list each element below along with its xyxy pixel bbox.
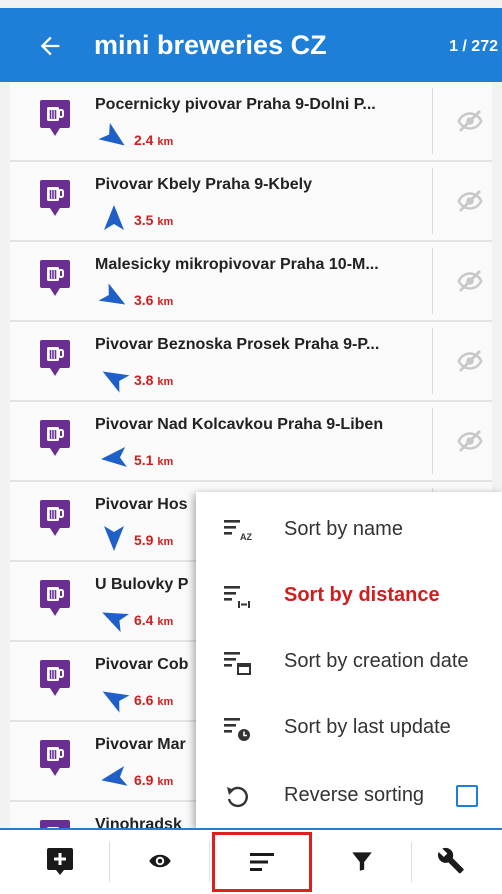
beer-mug-poi-icon	[40, 420, 70, 456]
list-item[interactable]: Pivovar Kbely Praha 9-Kbely 3.5 km	[10, 162, 492, 242]
direction-arrow-icon	[101, 766, 128, 786]
sort-distance-icon	[224, 586, 250, 608]
distance-value: 3.8 km	[134, 372, 174, 388]
distance-value: 6.9 km	[134, 772, 174, 788]
menu-item-label: Reverse sorting	[284, 784, 425, 806]
sort-button[interactable]	[212, 832, 312, 892]
distance-value: 3.5 km	[134, 212, 174, 228]
menu-item-label: Sort by distance	[284, 584, 440, 606]
page-title: mini breweries CZ	[94, 30, 327, 60]
distance-value: 5.1 km	[134, 452, 174, 468]
divider	[432, 248, 433, 314]
beer-mug-poi-icon	[40, 580, 70, 616]
direction-arrow-icon	[104, 205, 124, 230]
list-item[interactable]: Pivovar Beznoska Prosek Praha 9-P... 3.8…	[10, 322, 492, 402]
divider	[432, 408, 433, 474]
tools-icon	[438, 847, 464, 874]
sort-icon	[250, 853, 274, 871]
item-counter: 1 / 272	[449, 38, 498, 55]
sort-az-icon: AZ	[224, 520, 252, 542]
direction-arrow-icon	[102, 691, 130, 713]
distance-value: 6.6 km	[134, 692, 174, 708]
beer-mug-poi-icon	[40, 340, 70, 376]
sort-menu: AZ Sort by name Sort by distance Sort by…	[196, 492, 502, 828]
list-item[interactable]: Pivovar Nad Kolcavkou Praha 9-Liben 5.1 …	[10, 402, 492, 482]
point-name: Pocernicky pivovar Praha 9-Dolni P...	[95, 96, 376, 113]
sort-last-update-icon	[224, 718, 250, 741]
point-name: Pivovar Beznoska Prosek Praha 9-P...	[95, 336, 380, 353]
reverse-sorting-item[interactable]: Reverse sorting	[196, 762, 502, 828]
point-name: Pivovar Kbely Praha 9-Kbely	[95, 176, 312, 193]
divider	[209, 842, 210, 882]
sort-by-last-update-item[interactable]: Sort by last update	[196, 694, 502, 760]
beer-mug-poi-icon	[40, 180, 70, 216]
direction-arrow-icon	[101, 446, 127, 467]
menu-item-label: Sort by last update	[284, 716, 451, 738]
point-name: Pivovar Nad Kolcavkou Praha 9-Liben	[95, 416, 384, 433]
sort-by-name-item[interactable]: AZ Sort by name	[196, 496, 502, 562]
visibility-off-icon[interactable]	[455, 106, 485, 136]
add-point-button[interactable]	[10, 830, 110, 892]
distance-value: 6.4 km	[134, 612, 174, 628]
menu-item-label: Sort by name	[284, 518, 403, 540]
direction-arrow-icon	[98, 283, 126, 305]
back-arrow-icon[interactable]	[36, 32, 64, 60]
direction-arrow-icon	[98, 122, 125, 146]
bottom-toolbar	[0, 828, 502, 894]
beer-mug-poi-icon	[40, 660, 70, 696]
list-item[interactable]: Pocernicky pivovar Praha 9-Dolni P... 2.…	[10, 82, 492, 162]
reverse-refresh-icon	[227, 786, 248, 808]
distance-value: 5.9 km	[134, 532, 174, 548]
visibility-icon	[149, 854, 171, 868]
sort-by-creation-date-item[interactable]: Sort by creation date	[196, 628, 502, 694]
divider	[432, 328, 433, 394]
add-point-icon	[47, 848, 73, 875]
distance-value: 2.4 km	[134, 132, 174, 148]
visibility-off-icon[interactable]	[455, 186, 485, 216]
beer-mug-poi-icon	[40, 260, 70, 296]
visibility-off-icon[interactable]	[455, 266, 485, 296]
visibility-off-icon[interactable]	[455, 346, 485, 376]
filter-icon	[352, 852, 372, 871]
tools-button[interactable]	[402, 830, 502, 892]
sort-creation-date-icon	[224, 652, 251, 675]
distance-value: 3.6 km	[134, 292, 174, 308]
direction-arrow-icon	[102, 371, 130, 393]
beer-mug-poi-icon	[40, 740, 70, 776]
beer-mug-poi-icon	[40, 100, 70, 136]
divider	[432, 168, 433, 234]
divider	[432, 88, 433, 154]
reverse-sorting-checkbox[interactable]	[456, 785, 478, 807]
visibility-off-icon[interactable]	[455, 426, 485, 456]
app-bar: mini breweries CZ 1 / 272	[0, 8, 502, 82]
list-item[interactable]: Malesicky mikropivovar Praha 10-M... 3.6…	[10, 242, 492, 322]
sort-by-distance-item[interactable]: Sort by distance	[196, 562, 502, 628]
point-name: Malesicky mikropivovar Praha 10-M...	[95, 256, 379, 273]
beer-mug-poi-icon	[40, 500, 70, 536]
direction-arrow-icon	[102, 612, 130, 633]
beer-mug-poi-icon	[40, 820, 70, 828]
svg-text:AZ: AZ	[240, 532, 252, 542]
direction-arrow-icon	[104, 526, 124, 551]
visibility-button[interactable]	[110, 830, 210, 892]
filter-button[interactable]	[312, 830, 412, 892]
menu-item-label: Sort by creation date	[284, 650, 469, 672]
